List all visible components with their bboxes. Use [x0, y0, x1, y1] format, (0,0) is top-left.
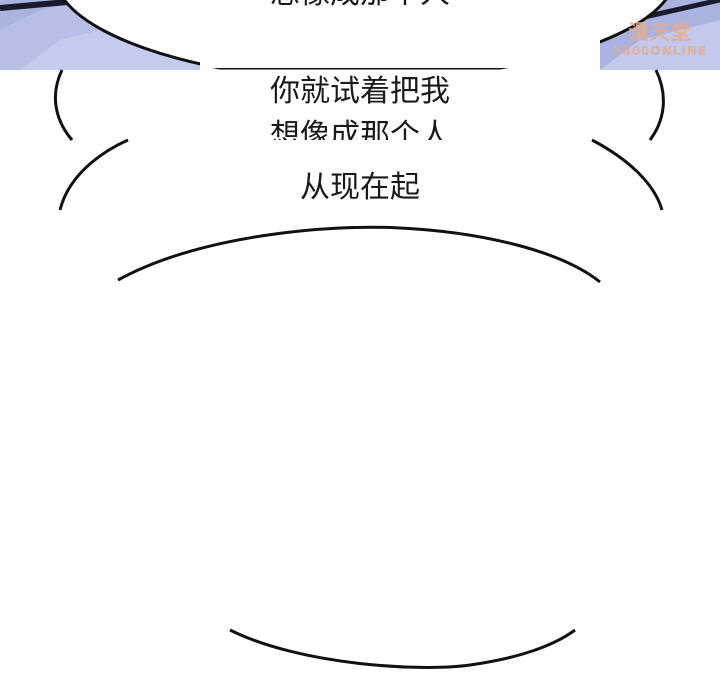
- caption-top-partial: 想像成那个人: [0, 0, 720, 12]
- speech-bubble-large-bottom: [229, 628, 576, 669]
- speech-bubble-large-top: [117, 225, 601, 284]
- watermark-brand: 漫天堂: [628, 20, 692, 44]
- caption-line-2-partial: 想像成那个人: [270, 118, 450, 140]
- watermark-url: 1800ONLINE: [613, 44, 707, 58]
- site-watermark: 漫天堂 1800ONLINE: [604, 20, 716, 70]
- caption-line-1: 你就试着把我: [270, 74, 450, 109]
- comic-panel: 想像成那个人 你就试着把我 想像成那个人 从现在起 漫天堂 1800ONLINE: [0, 0, 720, 700]
- caption-line-2-clip: 想像成那个人: [0, 118, 720, 140]
- caption-top-clip: 想像成那个人: [0, 0, 720, 14]
- caption-line-3: 从现在起: [300, 170, 420, 205]
